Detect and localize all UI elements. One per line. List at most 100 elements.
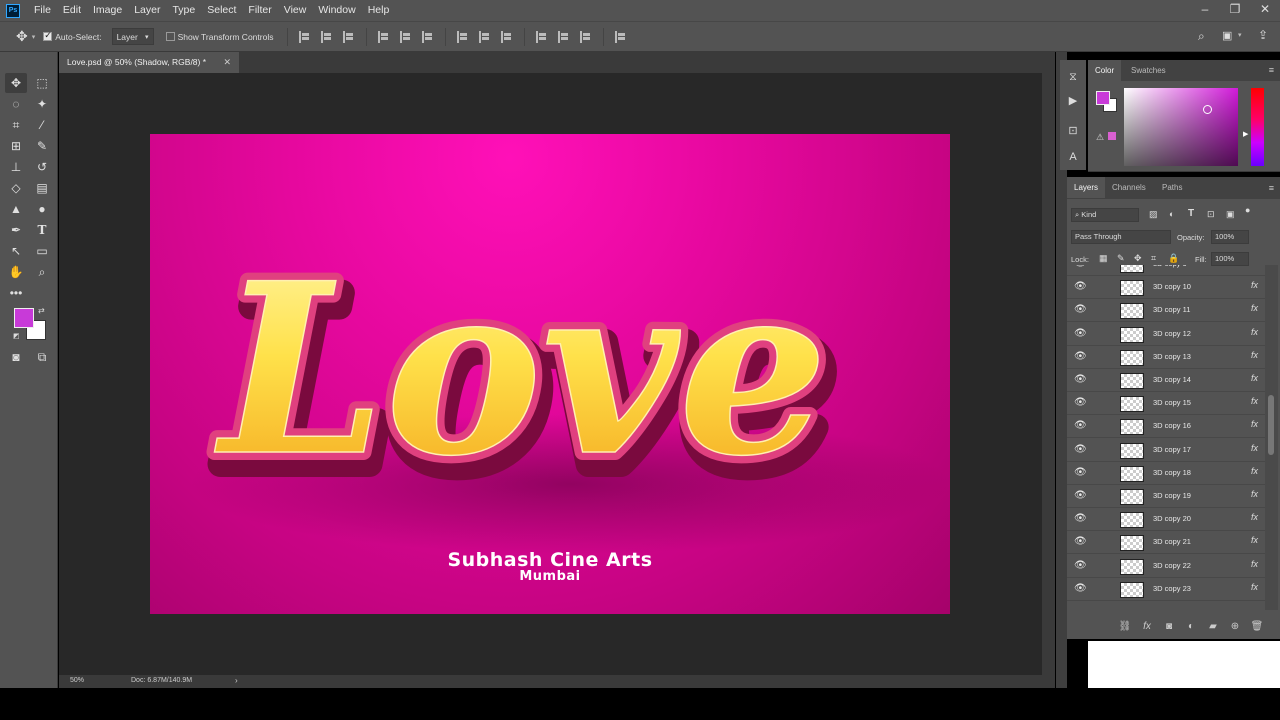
gamut-swatch[interactable]	[1108, 132, 1116, 140]
distribute-vertical-center-icon[interactable]	[479, 30, 491, 43]
move-tool-icon[interactable]: ✥	[5, 73, 27, 93]
hand-tool-icon[interactable]: ✋	[5, 262, 27, 282]
brush-tool-icon[interactable]: ✎	[31, 136, 53, 156]
layer-row[interactable]: 👁 3D copy 10 fx	[1067, 276, 1267, 300]
menu-view[interactable]: View	[278, 0, 313, 21]
document-canvas[interactable]: Love Love Love Subhash Cine Arts Mumbai	[150, 134, 950, 614]
actions-play-icon[interactable]: ▶	[1063, 92, 1083, 110]
menu-type[interactable]: Type	[166, 0, 201, 21]
filter-adjustment-icon[interactable]: ◐	[1169, 209, 1174, 219]
visibility-eye-icon[interactable]: 👁	[1074, 513, 1087, 524]
adjustment-layer-icon[interactable]: ◐	[1180, 621, 1202, 632]
layer-effects-icon[interactable]: fx	[1251, 419, 1258, 429]
menu-filter[interactable]: Filter	[242, 0, 277, 21]
eyedropper-tool-icon[interactable]: ⁄	[31, 115, 53, 135]
layer-row[interactable]: 👁 3D copy 21 fx	[1067, 531, 1267, 555]
blur-tool-icon[interactable]: ▲	[5, 199, 27, 219]
panel-menu-icon[interactable]: ≡	[1269, 183, 1274, 193]
lock-pixels-icon[interactable]: ✎	[1117, 253, 1125, 264]
layer-effects-icon[interactable]: fx	[1251, 265, 1258, 267]
layer-effects-icon[interactable]: fx	[1251, 373, 1258, 383]
layer-effects-icon[interactable]: fx	[1251, 559, 1258, 569]
menu-select[interactable]: Select	[201, 0, 242, 21]
layers-scrollbar-thumb[interactable]	[1268, 395, 1274, 455]
layer-effects-icon[interactable]: fx	[1251, 280, 1258, 290]
layers-scrollbar[interactable]	[1265, 265, 1278, 610]
share-icon[interactable]: ⇪	[1258, 28, 1268, 42]
layer-effects-icon[interactable]: fx	[1251, 489, 1258, 499]
visibility-eye-icon[interactable]: 👁	[1074, 351, 1087, 362]
layer-effects-icon[interactable]: fx	[1251, 303, 1258, 313]
visibility-eye-icon[interactable]: 👁	[1074, 281, 1087, 292]
opacity-field[interactable]: 100%	[1211, 230, 1249, 244]
layer-effects-icon[interactable]: fx	[1251, 443, 1258, 453]
chevron-down-icon[interactable]: ▾	[32, 33, 36, 41]
new-layer-icon[interactable]: ⊕	[1224, 621, 1246, 632]
layer-effects-icon[interactable]: fx	[1251, 466, 1258, 476]
dodge-tool-icon[interactable]: ●	[31, 199, 53, 219]
history-brush-tool-icon[interactable]: ↺	[31, 157, 53, 177]
align-vertical-center-icon[interactable]	[321, 30, 333, 43]
visibility-eye-icon[interactable]: 👁	[1074, 328, 1087, 339]
lock-transparency-icon[interactable]: ▦	[1099, 253, 1108, 264]
workspace-icon[interactable]: ▣	[1222, 29, 1232, 42]
layer-style-icon[interactable]: fx	[1136, 621, 1158, 632]
filter-type-icon[interactable]: T	[1188, 208, 1194, 219]
menu-window[interactable]: Window	[312, 0, 361, 21]
layer-row[interactable]: 👁 3D copy 15 fx	[1067, 392, 1267, 416]
layer-row[interactable]: 👁 3D copy 9 fx	[1067, 265, 1267, 276]
visibility-eye-icon[interactable]: 👁	[1074, 265, 1087, 269]
hue-slider[interactable]	[1251, 88, 1264, 166]
crop-tool-icon[interactable]: ⌗	[5, 115, 27, 135]
pen-tool-icon[interactable]: ✒	[5, 220, 27, 240]
menu-edit[interactable]: Edit	[57, 0, 87, 21]
visibility-eye-icon[interactable]: 👁	[1074, 560, 1087, 571]
distribute-top-icon[interactable]	[457, 30, 469, 43]
gradient-tool-icon[interactable]: ▤	[31, 178, 53, 198]
menu-file[interactable]: File	[28, 0, 57, 21]
zoom-level[interactable]: 50%	[70, 677, 84, 684]
type-tool-icon[interactable]: T	[31, 220, 53, 240]
eraser-tool-icon[interactable]: ◇	[5, 178, 27, 198]
fill-field[interactable]: 100%	[1211, 252, 1249, 266]
align-bottom-icon[interactable]	[343, 30, 355, 43]
move-tool-preset-icon[interactable]: ✥	[16, 28, 28, 45]
layer-row[interactable]: 👁 3D copy 23 fx	[1067, 578, 1267, 601]
layer-row[interactable]: 👁 3D copy 22 fx	[1067, 555, 1267, 578]
tab-paths[interactable]: Paths	[1155, 177, 1189, 198]
auto-select-target-dropdown[interactable]: Layer ▾	[111, 28, 154, 45]
menu-help[interactable]: Help	[362, 0, 396, 21]
quick-mask-icon[interactable]: ◙	[5, 347, 27, 367]
layer-effects-icon[interactable]: fx	[1251, 535, 1258, 545]
align-top-icon[interactable]	[299, 30, 311, 43]
filter-smart-object-icon[interactable]: ▣	[1226, 209, 1235, 220]
menu-layer[interactable]: Layer	[128, 0, 166, 21]
screen-mode-icon[interactable]: ⧉	[31, 347, 53, 367]
document-tab[interactable]: Love.psd @ 50% (Shadow, RGB/8) * ✕	[59, 52, 239, 73]
lasso-tool-icon[interactable]: ◌	[5, 94, 27, 114]
lock-artboard-icon[interactable]: ⌗	[1151, 253, 1156, 264]
canvas-scrollbar[interactable]	[1042, 73, 1055, 675]
distribute-bottom-icon[interactable]	[501, 30, 513, 43]
marquee-tool-icon[interactable]: ⬚	[31, 73, 53, 93]
more-tools-icon[interactable]: •••	[5, 283, 27, 303]
menu-image[interactable]: Image	[87, 0, 128, 21]
layer-effects-icon[interactable]: fx	[1251, 396, 1258, 406]
visibility-eye-icon[interactable]: 👁	[1074, 444, 1087, 455]
visibility-eye-icon[interactable]: 👁	[1074, 420, 1087, 431]
layer-effects-icon[interactable]: fx	[1251, 582, 1258, 592]
visibility-eye-icon[interactable]: 👁	[1074, 304, 1087, 315]
history-icon[interactable]: ⧖	[1063, 68, 1083, 86]
rectangle-tool-icon[interactable]: ▭	[31, 241, 53, 261]
add-mask-icon[interactable]: ◙	[1158, 621, 1180, 632]
layer-row[interactable]: 👁 3D copy 19 fx	[1067, 485, 1267, 508]
distribute-left-icon[interactable]	[536, 30, 548, 43]
hue-marker-icon[interactable]: ▶	[1243, 130, 1248, 138]
show-transform-checkbox[interactable]	[165, 32, 175, 41]
properties-icon[interactable]: ⊡	[1063, 122, 1083, 140]
auto-select-checkbox[interactable]	[43, 30, 53, 41]
chevron-right-icon[interactable]: ›	[235, 676, 238, 685]
delete-layer-icon[interactable]: 🗑	[1246, 621, 1268, 632]
filter-toggle-icon[interactable]: ●	[1245, 205, 1250, 215]
visibility-eye-icon[interactable]: 👁	[1074, 397, 1087, 408]
